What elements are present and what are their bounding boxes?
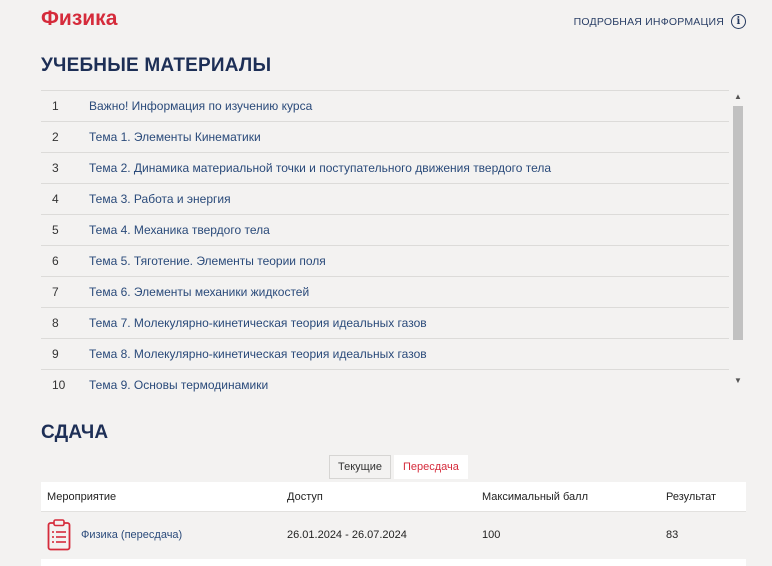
result-cell: 83 [666, 511, 746, 558]
submission-table: Мероприятие Доступ Максимальный балл Рез… [41, 482, 746, 558]
materials-scrollbar[interactable]: ▲ ▼ [731, 90, 745, 388]
column-header-event: Мероприятие [41, 482, 287, 512]
column-header-access: Доступ [287, 482, 482, 512]
list-item-label[interactable]: Тема 4. Механика твердого тела [89, 223, 270, 237]
table-header-row: Мероприятие Доступ Максимальный балл Рез… [41, 482, 746, 512]
materials-list-viewport: 1 Важно! Информация по изучению курса 2 Тем… [41, 90, 745, 398]
scroll-up-arrow-icon[interactable]: ▲ [731, 90, 745, 104]
materials-heading: УЧЕБНЫЕ МАТЕРИАЛЫ [41, 55, 272, 76]
list-item-label[interactable]: Тема 1. Элементы Кинематики [89, 130, 261, 144]
scroll-thumb[interactable] [733, 106, 743, 340]
column-header-result: Результат [666, 482, 746, 512]
list-item-number: 2 [52, 130, 59, 144]
access-cell: 26.01.2024 - 26.07.2024 [287, 511, 482, 558]
list-item[interactable]: 6 Тема 5. Тяготение. Элементы теории поля [41, 245, 729, 276]
scroll-down-arrow-icon[interactable]: ▼ [731, 374, 745, 388]
list-item[interactable]: 9 Тема 8. Молекулярно-кинетическая теория… [41, 338, 729, 369]
materials-list: 1 Важно! Информация по изучению курса 2 Тем… [41, 90, 729, 398]
list-item-label[interactable]: Тема 9. Основы термодинамики [89, 378, 268, 392]
list-item[interactable]: 2 Тема 1. Элементы Кинематики [41, 121, 729, 152]
list-item-number: 5 [52, 223, 59, 237]
submission-heading: СДАЧА [41, 422, 109, 443]
submission-tabs: Текущие Пересдача [329, 455, 468, 479]
list-item-number: 9 [52, 347, 59, 361]
list-item-label[interactable]: Тема 6. Элементы механики жидкостей [89, 285, 309, 299]
list-item-number: 10 [52, 378, 66, 392]
course-title: Физика [41, 7, 118, 30]
list-item-number: 4 [52, 192, 59, 206]
info-icon[interactable]: i [731, 14, 746, 29]
tab-current[interactable]: Текущие [329, 455, 391, 479]
list-item-number: 8 [52, 316, 59, 330]
max-score-cell: 100 [482, 511, 666, 558]
list-item-label[interactable]: Тема 3. Работа и энергия [89, 192, 231, 206]
list-item-label[interactable]: Тема 5. Тяготение. Элементы теории поля [89, 254, 326, 268]
list-item-number: 6 [52, 254, 59, 268]
event-link[interactable]: Физика (пересдача) [81, 529, 182, 541]
column-header-max-score: Максимальный балл [482, 482, 666, 512]
list-item[interactable]: 8 Тема 7. Молекулярно-кинетическая теория… [41, 307, 729, 338]
details-link-label: ПОДРОБНАЯ ИНФОРМАЦИЯ [573, 15, 724, 28]
event-cell: Физика (пересдача) [41, 511, 287, 558]
list-item[interactable]: 4 Тема 3. Работа и энергия [41, 183, 729, 214]
list-item-label[interactable]: Тема 8. Молекулярно-кинетическая теория … [89, 347, 427, 361]
clipboard-icon [47, 519, 71, 551]
tab-retake[interactable]: Пересдача [393, 455, 468, 479]
table-row: Физика (пересдача) 26.01.2024 - 26.07.20… [41, 511, 746, 558]
table-bottom-edge [41, 559, 746, 566]
list-item-number: 7 [52, 285, 59, 299]
list-item-number: 1 [52, 99, 59, 113]
list-item-label[interactable]: Важно! Информация по изучению курса [89, 99, 312, 113]
list-item-label[interactable]: Тема 2. Динамика материальной точки и по… [89, 161, 551, 175]
list-item[interactable]: 10 Тема 9. Основы термодинамики [41, 369, 729, 398]
list-item[interactable]: 3 Тема 2. Динамика материальной точки и п… [41, 152, 729, 183]
list-item-number: 3 [52, 161, 59, 175]
list-item[interactable]: 7 Тема 6. Элементы механики жидкостей [41, 276, 729, 307]
list-item[interactable]: 5 Тема 4. Механика твердого тела [41, 214, 729, 245]
list-item-label[interactable]: Тема 7. Молекулярно-кинетическая теория … [89, 316, 427, 330]
list-item[interactable]: 1 Важно! Информация по изучению курса [41, 90, 729, 121]
details-link[interactable]: ПОДРОБНАЯ ИНФОРМАЦИЯ i [574, 14, 746, 29]
